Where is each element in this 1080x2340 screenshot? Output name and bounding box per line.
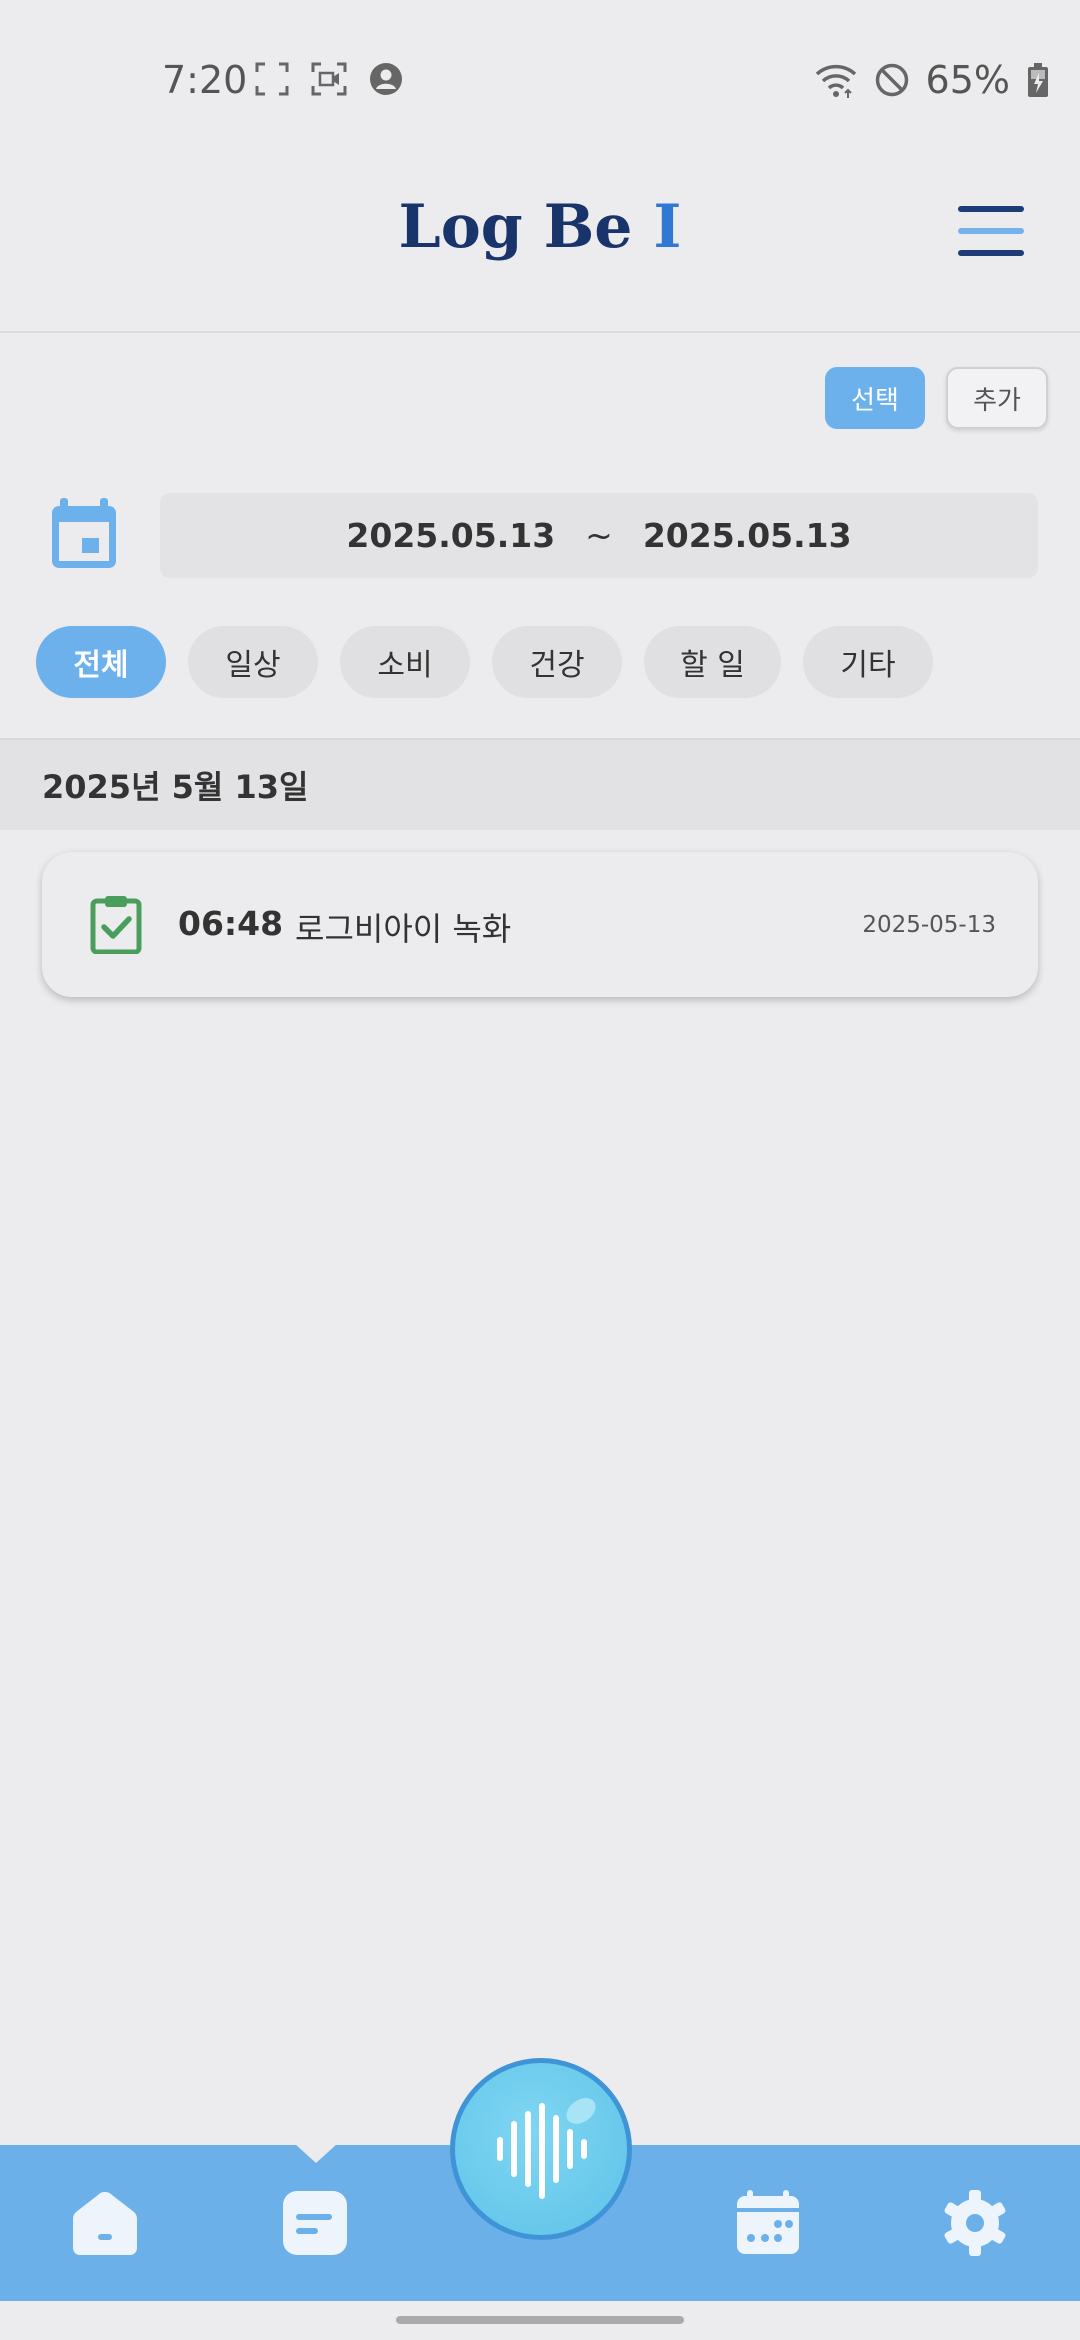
date-range-separator: ~ bbox=[585, 516, 613, 555]
log-item[interactable]: 06:48 로그비아이 녹화 2025-05-13 bbox=[42, 852, 1038, 997]
status-icons-right: 65% bbox=[814, 58, 1050, 102]
log-time: 06:48 bbox=[178, 904, 284, 943]
app-title-accent: I bbox=[653, 192, 682, 262]
notes-icon[interactable] bbox=[280, 2188, 350, 2258]
chip-other[interactable]: 기타 bbox=[803, 626, 933, 698]
menu-button[interactable] bbox=[958, 206, 1028, 262]
app-title-main: Log Be bbox=[398, 192, 654, 262]
menu-line-top bbox=[958, 206, 1024, 212]
select-button[interactable]: 선택 bbox=[825, 367, 925, 429]
home-icon[interactable] bbox=[70, 2188, 140, 2258]
battery-percentage: 65% bbox=[925, 58, 1010, 102]
date-range-end: 2025.05.13 bbox=[642, 516, 852, 555]
voice-record-button[interactable] bbox=[450, 2058, 632, 2240]
settings-icon[interactable] bbox=[940, 2188, 1010, 2258]
clipboard-check-icon bbox=[90, 896, 142, 954]
gesture-home-bar[interactable] bbox=[396, 2316, 684, 2324]
log-title: 로그비아이 녹화 bbox=[295, 910, 512, 948]
status-time: 7:20 bbox=[162, 58, 248, 102]
date-range-start: 2025.05.13 bbox=[346, 516, 556, 555]
chip-all[interactable]: 전체 bbox=[36, 626, 166, 698]
chip-todo[interactable]: 할 일 bbox=[644, 626, 781, 698]
app-title: Log Be I bbox=[0, 192, 1080, 262]
calendar-nav-icon[interactable] bbox=[733, 2188, 803, 2258]
category-chips: 전체 일상 소비 건강 할 일 기타 bbox=[36, 626, 933, 698]
screen-record-icon bbox=[311, 62, 347, 96]
status-bar: 7:20 65% bbox=[0, 0, 1080, 120]
account-icon bbox=[370, 63, 402, 95]
chip-health[interactable]: 건강 bbox=[492, 626, 622, 698]
add-button[interactable]: 추가 bbox=[946, 367, 1048, 429]
battery-charging-icon bbox=[1028, 63, 1048, 97]
menu-line-bottom bbox=[958, 250, 1024, 256]
app-header: Log Be I bbox=[0, 120, 1080, 333]
date-section-header: 2025년 5월 13일 bbox=[0, 738, 1080, 830]
do-not-disturb-icon bbox=[875, 63, 908, 97]
status-icons-left bbox=[255, 62, 403, 96]
menu-line-middle bbox=[958, 228, 1024, 234]
wifi-icon bbox=[815, 64, 856, 98]
chip-spending[interactable]: 소비 bbox=[340, 626, 470, 698]
chip-daily[interactable]: 일상 bbox=[188, 626, 318, 698]
nav-active-indicator bbox=[294, 2143, 338, 2163]
screen: 7:20 65% Log Be I 선택 추가 2025.05.13 ~ 202… bbox=[0, 0, 1080, 2340]
voice-record-icon bbox=[497, 2098, 596, 2199]
screenshot-icon bbox=[255, 62, 289, 96]
calendar-icon[interactable] bbox=[50, 498, 118, 570]
log-date: 2025-05-13 bbox=[862, 912, 996, 938]
date-range-field[interactable]: 2025.05.13 ~ 2025.05.13 bbox=[160, 493, 1038, 578]
